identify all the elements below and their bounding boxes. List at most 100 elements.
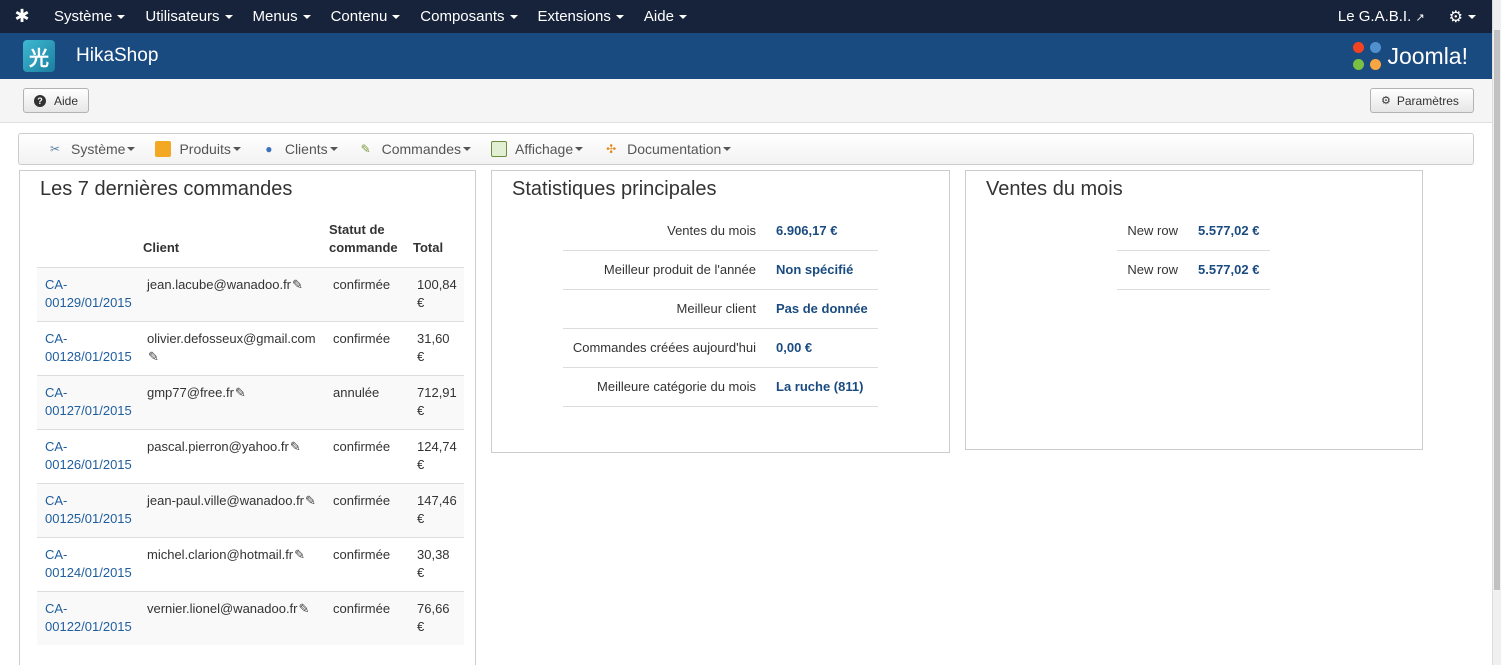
pencil-icon[interactable]: ✎ bbox=[294, 546, 305, 564]
menu-label: Contenu bbox=[330, 8, 388, 25]
menu-utilisateurs[interactable]: Utilisateurs bbox=[135, 0, 242, 33]
stat-label: Meilleur client bbox=[563, 289, 776, 329]
menu-label: Système bbox=[54, 8, 113, 25]
order-client: jean.lacube@wanadoo.fr✎ bbox=[139, 267, 325, 322]
joomla-icon[interactable]: ✱ bbox=[0, 0, 44, 33]
order-number-link[interactable]: CA-00124/01/2015 bbox=[37, 537, 139, 592]
hikashop-logo-icon: 光 bbox=[23, 40, 55, 72]
latest-orders-panel: Les 7 dernières commandes Client Statut … bbox=[19, 170, 476, 665]
component-header: 光 HikaShop Joomla! bbox=[0, 33, 1492, 79]
scrollbar-thumb[interactable] bbox=[1494, 30, 1500, 590]
main-statistics-title: Statistiques principales bbox=[512, 178, 717, 200]
toolbar: ? Aide ⚙ Paramètres bbox=[0, 79, 1492, 123]
client-email: vernier.lionel@wanadoo.fr bbox=[147, 601, 298, 616]
site-link[interactable]: Le G.A.B.I. ↗ bbox=[1338, 8, 1435, 25]
submenu-affichage[interactable]: Affichage bbox=[491, 141, 584, 157]
submenu-produits[interactable]: Produits bbox=[155, 141, 241, 157]
pencil-icon[interactable]: ✎ bbox=[290, 438, 301, 456]
help-label: Aide bbox=[53, 93, 78, 108]
pencil-icon[interactable]: ✎ bbox=[299, 600, 310, 618]
order-total: 30,38 € bbox=[409, 537, 464, 592]
table-row: CA-00122/01/2015 vernier.lionel@wanadoo.… bbox=[37, 591, 464, 645]
column-header-total: Total bbox=[413, 240, 444, 255]
monthly-sales-panel: Ventes du mois New row 5.577,02 € New row… bbox=[965, 170, 1423, 450]
order-number-link[interactable]: CA-00126/01/2015 bbox=[37, 429, 139, 484]
latest-orders-title: Les 7 dernières commandes bbox=[40, 178, 293, 200]
pencil-icon[interactable]: ✎ bbox=[148, 348, 159, 366]
order-total: 100,84 € bbox=[409, 267, 464, 322]
caret-down-icon bbox=[1468, 15, 1476, 20]
question-icon: ? bbox=[34, 94, 46, 107]
hikashop-submenu: ✂ Système Produits ● Clients ✎ Commandes Af… bbox=[18, 133, 1474, 165]
order-number-link[interactable]: CA-00125/01/2015 bbox=[37, 483, 139, 538]
submenu-documentation[interactable]: ✣ Documentation bbox=[603, 141, 732, 157]
admin-navbar: ✱ Système Utilisateurs Menus Contenu Com… bbox=[0, 0, 1492, 33]
order-status: confirmée bbox=[325, 267, 409, 322]
order-status: confirmée bbox=[325, 429, 409, 484]
order-client: pascal.pierron@yahoo.fr✎ bbox=[139, 429, 325, 484]
order-total: 147,46 € bbox=[409, 483, 464, 538]
menu-label: Aide bbox=[643, 8, 674, 25]
order-client: gmp77@free.fr✎ bbox=[139, 375, 325, 430]
table-row: CA-00126/01/2015 pascal.pierron@yahoo.fr… bbox=[37, 429, 464, 484]
client-email: gmp77@free.fr bbox=[147, 385, 234, 400]
help-button[interactable]: ? Aide bbox=[23, 88, 89, 113]
sales-label: New row bbox=[1117, 250, 1198, 290]
statistics-table: Ventes du mois 6.906,17 € Meilleur produi… bbox=[563, 211, 878, 407]
gear-icon: ⚙ bbox=[1381, 95, 1391, 107]
order-status: confirmée bbox=[325, 537, 409, 592]
table-row: CA-00128/01/2015 olivier.defosseux@gmail… bbox=[37, 321, 464, 376]
navbar-right: Le G.A.B.I. ↗ ⚙ bbox=[1338, 0, 1492, 33]
orders-icon: ✎ bbox=[360, 142, 371, 156]
order-number-link[interactable]: CA-00128/01/2015 bbox=[37, 321, 139, 376]
menu-extensions[interactable]: Extensions bbox=[528, 0, 634, 33]
stat-value: La ruche (811) bbox=[776, 367, 878, 407]
submenu-clients[interactable]: ● Clients bbox=[261, 141, 338, 157]
order-status: confirmée bbox=[325, 321, 409, 376]
settings-menu[interactable]: ⚙ bbox=[1435, 7, 1492, 27]
order-number-link[interactable]: CA-00122/01/2015 bbox=[37, 591, 139, 645]
caret-down-icon bbox=[302, 15, 311, 20]
caret-down-icon bbox=[723, 147, 732, 151]
submenu-commandes[interactable]: ✎ Commandes bbox=[358, 141, 471, 157]
submenu-label: Documentation bbox=[627, 141, 722, 157]
sales-value: 5.577,02 € bbox=[1198, 250, 1270, 290]
table-row: CA-00125/01/2015 jean-paul.ville@wanadoo… bbox=[37, 483, 464, 538]
order-number-link[interactable]: CA-00129/01/2015 bbox=[37, 267, 139, 322]
menu-composants[interactable]: Composants bbox=[410, 0, 527, 33]
order-client: jean-paul.ville@wanadoo.fr✎ bbox=[139, 483, 325, 538]
column-header-number bbox=[37, 217, 139, 268]
vertical-scrollbar[interactable] bbox=[1492, 0, 1501, 665]
submenu-systeme[interactable]: ✂ Système bbox=[47, 141, 136, 157]
client-email: michel.clarion@hotmail.fr bbox=[147, 547, 294, 562]
order-total: 76,66 € bbox=[409, 591, 464, 645]
documentation-icon: ✣ bbox=[606, 142, 617, 156]
column-header-status: Statut de commande bbox=[329, 222, 398, 255]
table-row: CA-00124/01/2015 michel.clarion@hotmail.… bbox=[37, 537, 464, 592]
caret-down-icon bbox=[329, 147, 338, 151]
joomla-brand-text: Joomla! bbox=[1387, 42, 1468, 69]
menu-aide[interactable]: Aide bbox=[634, 0, 697, 33]
menu-label: Menus bbox=[252, 8, 298, 25]
pencil-icon[interactable]: ✎ bbox=[235, 384, 246, 402]
order-number-link[interactable]: CA-00127/01/2015 bbox=[37, 375, 139, 430]
menu-menus[interactable]: Menus bbox=[243, 0, 321, 33]
admin-menu: Système Utilisateurs Menus Contenu Compo… bbox=[44, 0, 697, 33]
caret-down-icon bbox=[575, 147, 584, 151]
pencil-icon[interactable]: ✎ bbox=[305, 492, 316, 510]
joomla-logo-icon bbox=[1353, 42, 1382, 70]
menu-contenu[interactable]: Contenu bbox=[321, 0, 411, 33]
submenu-label: Produits bbox=[179, 141, 231, 157]
menu-systeme[interactable]: Système bbox=[44, 0, 135, 33]
pencil-icon[interactable]: ✎ bbox=[292, 276, 303, 294]
stat-label: Commandes créées aujourd'hui bbox=[563, 328, 776, 368]
menu-label: Composants bbox=[420, 8, 505, 25]
caret-down-icon bbox=[509, 15, 518, 20]
client-email: pascal.pierron@yahoo.fr bbox=[147, 439, 289, 454]
caret-down-icon bbox=[392, 15, 401, 20]
menu-label: Utilisateurs bbox=[145, 8, 220, 25]
orders-table: Client Statut de commande Total CA-00129… bbox=[37, 217, 464, 645]
parameters-button[interactable]: ⚙ Paramètres bbox=[1370, 88, 1474, 113]
client-email: jean.lacube@wanadoo.fr bbox=[147, 277, 292, 292]
table-row: New row 5.577,02 € bbox=[1117, 250, 1270, 290]
